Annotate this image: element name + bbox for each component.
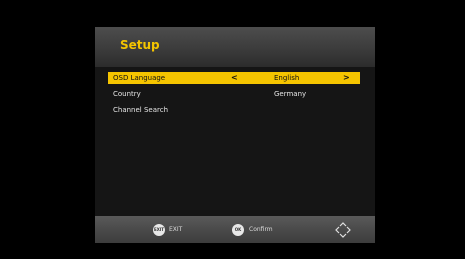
menu-list: OSD Language < English > Country Germany… (95, 67, 375, 216)
menu-item-value: English (274, 74, 300, 82)
arrow-right-icon[interactable]: > (343, 72, 350, 84)
ok-key-icon[interactable]: OK (232, 224, 244, 236)
setup-panel: Setup OSD Language < English > Country G… (95, 27, 375, 243)
tv-screen: Setup OSD Language < English > Country G… (0, 0, 465, 259)
title-bar: Setup (95, 27, 375, 67)
exit-label: EXIT (169, 226, 183, 233)
dpad-icon (335, 222, 351, 238)
page-title: Setup (120, 38, 160, 52)
menu-item-osd-language[interactable]: OSD Language < English > (108, 72, 360, 84)
menu-item-label: Country (113, 90, 141, 98)
menu-item-country[interactable]: Country Germany (108, 88, 360, 100)
menu-item-label: OSD Language (113, 74, 166, 82)
footer-bar: EXIT EXIT OK Confirm (95, 216, 375, 243)
menu-item-channel-search[interactable]: Channel Search (108, 104, 360, 116)
menu-item-label: Channel Search (113, 106, 169, 114)
exit-key-icon[interactable]: EXIT (153, 224, 165, 236)
confirm-label: Confirm (249, 226, 273, 233)
arrow-left-icon[interactable]: < (231, 72, 238, 84)
menu-item-value: Germany (274, 90, 307, 98)
